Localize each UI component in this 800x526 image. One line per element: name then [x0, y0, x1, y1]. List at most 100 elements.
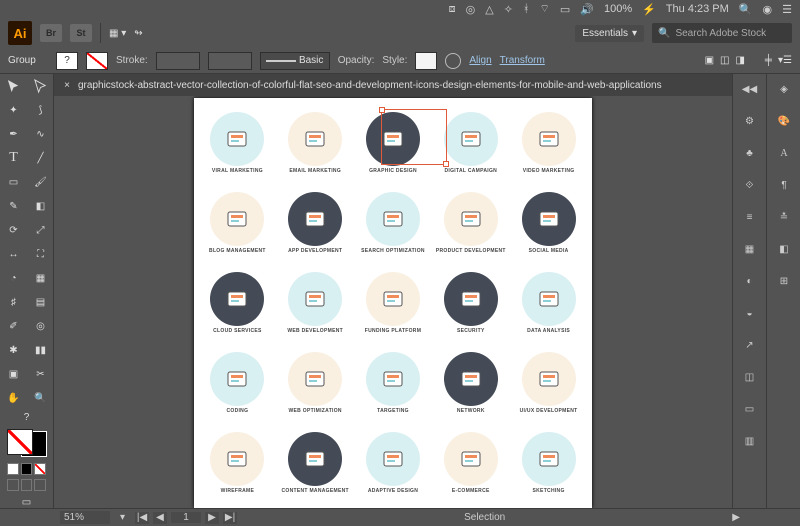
free-transform-tool-icon[interactable]: ⛶: [27, 242, 54, 266]
artwork-icon-22[interactable]: ADAPTIVE DESIGN: [356, 425, 431, 502]
appearance-panel-icon[interactable]: ◒: [740, 304, 760, 322]
direct-selection-tool-icon[interactable]: [27, 74, 54, 98]
transform-panel-link[interactable]: Transform: [500, 55, 545, 66]
isolate-icon[interactable]: ▣: [705, 55, 714, 66]
color-mode-buttons[interactable]: [7, 463, 46, 475]
gradient-tool-icon[interactable]: ▤: [27, 290, 54, 314]
transparency-panel-icon[interactable]: ◐: [740, 272, 760, 290]
edit-mask-icon[interactable]: ◨: [735, 55, 744, 66]
stroke-swatch[interactable]: [86, 52, 108, 70]
slice-tool-icon[interactable]: ✂: [27, 362, 54, 386]
artwork-icon-19[interactable]: UI/UX DEVELOPMENT: [511, 345, 586, 422]
curvature-tool-icon[interactable]: ∿: [27, 122, 54, 146]
selection-tool-icon[interactable]: [0, 74, 27, 98]
paintbrush-tool-icon[interactable]: 🖌: [27, 170, 54, 194]
zoom-tool-icon[interactable]: 🔍: [27, 386, 54, 410]
last-artboard-icon[interactable]: ▶|: [223, 512, 237, 524]
artwork-icon-24[interactable]: SKETCHING: [511, 425, 586, 502]
search-stock-field[interactable]: 🔍Search Adobe Stock: [652, 23, 792, 43]
mesh-tool-icon[interactable]: ♯: [0, 290, 27, 314]
align-panel-link[interactable]: Align: [469, 55, 491, 66]
expand-panels-icon[interactable]: ◀◀: [740, 80, 760, 98]
artwork-icon-8[interactable]: PRODUCT DEVELOPMENT: [433, 184, 508, 261]
artwork-icon-14[interactable]: DATA ANALYSIS: [511, 264, 586, 341]
align-panel-icon[interactable]: ≛: [774, 208, 794, 226]
first-artboard-icon[interactable]: |◀: [135, 512, 149, 524]
pen-tool-icon[interactable]: ✒: [0, 122, 27, 146]
close-document-icon[interactable]: ×: [62, 80, 72, 91]
artwork-icon-9[interactable]: SOCIAL MEDIA: [511, 184, 586, 261]
bluetooth-icon[interactable]: ᚼ: [523, 3, 530, 15]
artwork-icon-3[interactable]: DIGITAL CAMPAIGN: [433, 104, 508, 181]
graphic-style-swatch[interactable]: [415, 52, 437, 70]
prev-artboard-icon[interactable]: ◀: [153, 512, 167, 524]
shaper-tool-icon[interactable]: ✎: [0, 194, 27, 218]
edit-clip-icon[interactable]: ◫: [720, 55, 729, 66]
siri-icon[interactable]: ◉: [763, 3, 773, 16]
graph-tool-icon[interactable]: ▮▮: [27, 338, 54, 362]
stroke-panel-icon[interactable]: ≡: [740, 208, 760, 226]
google-drive-icon[interactable]: △: [485, 3, 493, 16]
artwork-icon-23[interactable]: E-COMMERCE: [433, 425, 508, 502]
artwork-icon-16[interactable]: WEB OPTIMIZATION: [278, 345, 353, 422]
canvas-area[interactable]: VIRAL MARKETINGEMAIL MARKETINGGRAPHIC DE…: [54, 96, 732, 508]
graphic-styles-panel-icon[interactable]: ↗: [740, 336, 760, 354]
layers-panel-icon[interactable]: ◫: [740, 368, 760, 386]
battery-icon[interactable]: ⚡: [642, 3, 656, 16]
brushes-panel-icon[interactable]: ♣: [740, 144, 760, 162]
stroke-profile-dropdown[interactable]: [208, 52, 252, 70]
arrange-docs-icon[interactable]: ▦ ▾: [109, 28, 126, 39]
artwork-icon-18[interactable]: NETWORK: [433, 345, 508, 422]
lasso-tool-icon[interactable]: ⟆: [27, 98, 54, 122]
artwork-icon-11[interactable]: WEB DEVELOPMENT: [278, 264, 353, 341]
eyedropper-tool-icon[interactable]: ✐: [0, 314, 27, 338]
magic-wand-tool-icon[interactable]: ✦: [0, 98, 27, 122]
dropbox-icon[interactable]: ⧈: [449, 3, 456, 16]
blend-tool-icon[interactable]: ◎: [27, 314, 54, 338]
sync-icon[interactable]: ✧: [504, 3, 513, 16]
status-menu-icon[interactable]: ▶: [732, 512, 740, 523]
draw-mode-buttons[interactable]: [7, 479, 46, 491]
artwork-icon-4[interactable]: VIDEO MARKETING: [511, 104, 586, 181]
battery-percent[interactable]: 100%: [604, 3, 632, 15]
display-icon[interactable]: ▭: [560, 3, 570, 16]
libraries-panel-icon[interactable]: ◈: [774, 80, 794, 98]
rectangle-tool-icon[interactable]: ▭: [0, 170, 27, 194]
eraser-tool-icon[interactable]: ◧: [27, 194, 54, 218]
rotate-tool-icon[interactable]: ⟳: [0, 218, 27, 242]
notification-icon[interactable]: ☰: [782, 3, 792, 16]
stock-button[interactable]: St: [70, 24, 92, 42]
artwork-icon-6[interactable]: APP DEVELOPMENT: [278, 184, 353, 261]
artwork-icon-20[interactable]: WIREFRAME: [200, 425, 275, 502]
workspace-switcher[interactable]: Essentials▾: [575, 25, 644, 42]
fill-stroke-control[interactable]: [7, 429, 47, 457]
document-tab[interactable]: graphicstock-abstract-vector-collection-…: [78, 80, 662, 91]
artwork-icon-21[interactable]: CONTENT MANAGEMENT: [278, 425, 353, 502]
character-panel-icon[interactable]: A: [774, 144, 794, 162]
spotlight-icon[interactable]: 🔍: [739, 3, 753, 16]
zoom-level-field[interactable]: 51%: [60, 511, 110, 524]
artwork-icon-17[interactable]: TARGETING: [356, 345, 431, 422]
artboard-navigator[interactable]: |◀ ◀ 1 ▶ ▶|: [135, 512, 237, 524]
artboard-number[interactable]: 1: [171, 512, 201, 523]
scale-tool-icon[interactable]: ⤢: [27, 218, 54, 242]
wifi-icon[interactable]: ⌔: [540, 2, 550, 16]
artwork-icon-2[interactable]: GRAPHIC DESIGN: [356, 104, 431, 181]
artwork-icon-1[interactable]: EMAIL MARKETING: [278, 104, 353, 181]
pathfinder-panel-icon[interactable]: ◧: [774, 240, 794, 258]
artwork-icon-5[interactable]: BLOG MANAGEMENT: [200, 184, 275, 261]
tools-panel-icon[interactable]: ⚙: [740, 112, 760, 130]
artwork-icon-0[interactable]: VIRAL MARKETING: [200, 104, 275, 181]
stroke-weight-dropdown[interactable]: [156, 52, 200, 70]
artwork-icon-7[interactable]: SEARCH OPTIMIZATION: [356, 184, 431, 261]
artwork-icon-10[interactable]: CLOUD SERVICES: [200, 264, 275, 341]
shape-builder-tool-icon[interactable]: ◔: [0, 266, 27, 290]
symbol-sprayer-tool-icon[interactable]: ✱: [0, 338, 27, 362]
artwork-icon-12[interactable]: FUNDING PLATFORM: [356, 264, 431, 341]
asset-export-panel-icon[interactable]: ▥: [740, 432, 760, 450]
perspective-tool-icon[interactable]: ▦: [27, 266, 54, 290]
paragraph-panel-icon[interactable]: ¶: [774, 176, 794, 194]
type-tool-icon[interactable]: T: [0, 146, 27, 170]
options-icon[interactable]: ▾☰: [778, 55, 792, 66]
tool-help-icon[interactable]: ?: [0, 412, 53, 423]
